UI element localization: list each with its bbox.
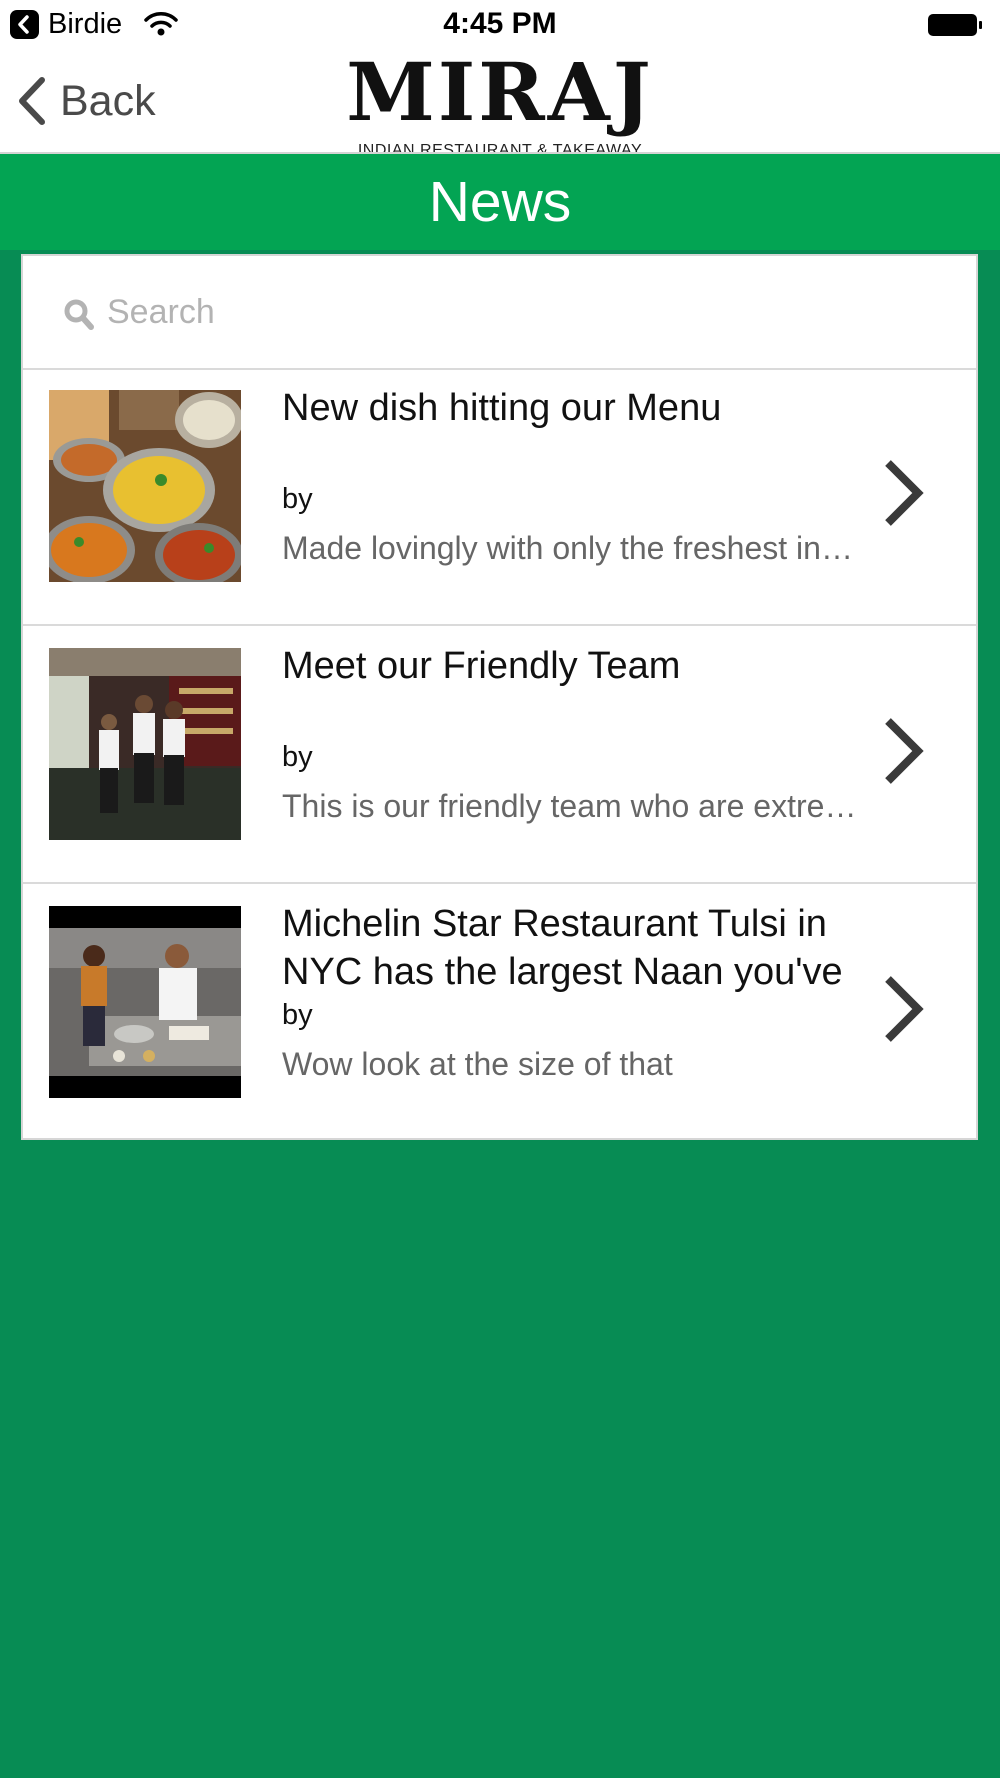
news-item-title: Michelin Star Restaurant Tulsi in NYC ha… — [282, 903, 843, 993]
back-label: Back — [60, 76, 156, 125]
chevron-right-icon — [885, 976, 924, 1042]
news-item-excerpt: This is our friendly team who are extrem… — [282, 788, 862, 824]
chevron-right-icon — [885, 460, 924, 526]
news-item-excerpt: Made lovingly with only the freshest ing… — [282, 530, 862, 566]
team-photo — [49, 648, 241, 840]
navigation-bar: Back MIRAJ INDIAN RESTAURANT & TAKEAWAY — [0, 48, 1000, 159]
search-input[interactable] — [107, 286, 927, 338]
chevron-left-icon — [19, 77, 45, 125]
news-item-author: by — [282, 999, 313, 1031]
news-item[interactable]: Meet our Friendly Team by This is our fr… — [23, 626, 976, 884]
search-icon — [64, 299, 94, 330]
chef-video-photo — [49, 906, 241, 1098]
search-bar — [23, 256, 976, 370]
page-title: News — [428, 170, 572, 234]
status-bar: Birdie 4:45 PM — [0, 0, 1000, 48]
news-card: New dish hitting our Menu by Made loving… — [21, 254, 978, 1140]
clock-time: 4:45 PM — [443, 7, 557, 40]
battery-icon — [927, 13, 983, 37]
news-item-title: New dish hitting our Menu — [282, 387, 722, 429]
news-item-author: by — [282, 741, 313, 773]
back-button[interactable]: Back — [16, 76, 156, 126]
chevron-right-icon — [885, 718, 924, 784]
news-item-author: by — [282, 483, 313, 515]
news-item[interactable]: New dish hitting our Menu by Made loving… — [23, 368, 976, 626]
curry-dishes-photo — [49, 390, 241, 582]
news-item[interactable]: Michelin Star Restaurant Tulsi in NYC ha… — [23, 884, 976, 1140]
news-item-title: Meet our Friendly Team — [282, 645, 681, 687]
restaurant-logo: MIRAJ INDIAN RESTAURANT & TAKEAWAY — [300, 52, 700, 160]
title-bar: News — [0, 154, 1000, 250]
news-item-excerpt: Wow look at the size of that — [282, 1046, 673, 1082]
logo-title: MIRAJ — [346, 45, 654, 139]
